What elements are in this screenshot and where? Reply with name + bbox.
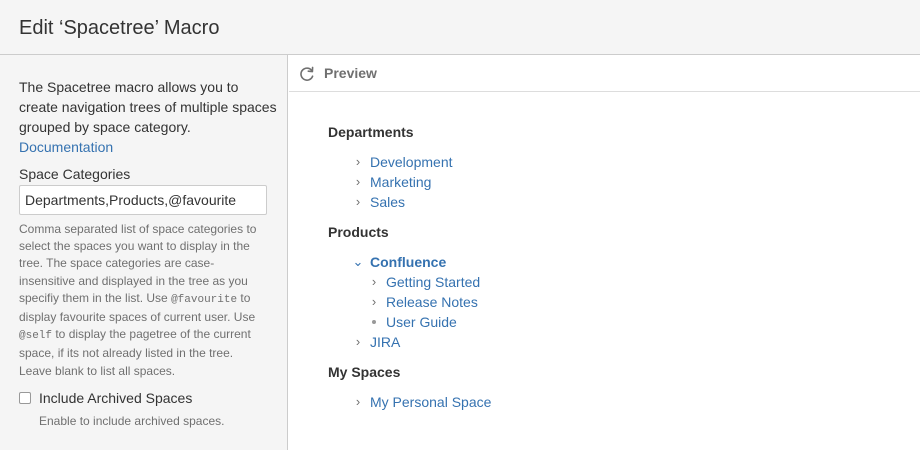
tree-link[interactable]: Confluence: [370, 252, 446, 272]
tree-link[interactable]: User Guide: [386, 312, 457, 332]
chevron-right-icon[interactable]: ›: [368, 272, 380, 292]
documentation-link[interactable]: Documentation: [19, 139, 113, 155]
tree-link[interactable]: Getting Started: [386, 272, 480, 292]
space-categories-help: Comma separated list of space categories…: [19, 221, 267, 380]
tree-heading-departments: Departments: [328, 124, 414, 140]
help-text-part: Comma separated list of space categories…: [19, 222, 257, 305]
chevron-down-icon[interactable]: ⌄: [352, 252, 364, 272]
tree-link[interactable]: Release Notes: [386, 292, 478, 312]
chevron-right-icon[interactable]: ›: [352, 152, 364, 172]
tree-link[interactable]: My Personal Space: [370, 392, 491, 412]
tree-heading-my-spaces: My Spaces: [328, 364, 401, 380]
chevron-right-icon[interactable]: ›: [352, 192, 364, 212]
include-archived-label[interactable]: Include Archived Spaces: [39, 390, 192, 406]
macro-description: The Spacetree macro allows you to create…: [19, 77, 281, 157]
include-archived-help: Enable to include archived spaces.: [39, 414, 225, 428]
dialog-title: Edit ‘Spacetree’ Macro: [19, 17, 220, 39]
tree-link[interactable]: Sales: [370, 192, 405, 212]
include-archived-checkbox[interactable]: [19, 392, 31, 404]
refresh-icon[interactable]: [298, 65, 316, 83]
help-code-self: @self: [19, 330, 53, 343]
tree-link[interactable]: Marketing: [370, 172, 431, 192]
help-code-favourite: @favourite: [171, 293, 238, 306]
preview-header: Preview: [289, 55, 920, 92]
macro-options-panel: The Spacetree macro allows you to create…: [0, 55, 288, 450]
chevron-right-icon[interactable]: ›: [352, 392, 364, 412]
space-categories-label: Space Categories: [19, 166, 131, 182]
tree-heading-products: Products: [328, 224, 389, 240]
tree-link[interactable]: JIRA: [370, 332, 400, 352]
bullet-icon: [372, 320, 376, 324]
macro-description-text: The Spacetree macro allows you to create…: [19, 79, 277, 135]
space-categories-input[interactable]: [19, 185, 267, 215]
chevron-right-icon[interactable]: ›: [352, 172, 364, 192]
help-text-part: to display the pagetree of the current s…: [19, 327, 251, 378]
tree-link[interactable]: Development: [370, 152, 453, 172]
chevron-right-icon[interactable]: ›: [352, 332, 364, 352]
preview-title: Preview: [324, 65, 377, 81]
dialog-header: Edit ‘Spacetree’ Macro: [0, 0, 920, 55]
chevron-right-icon[interactable]: ›: [368, 292, 380, 312]
